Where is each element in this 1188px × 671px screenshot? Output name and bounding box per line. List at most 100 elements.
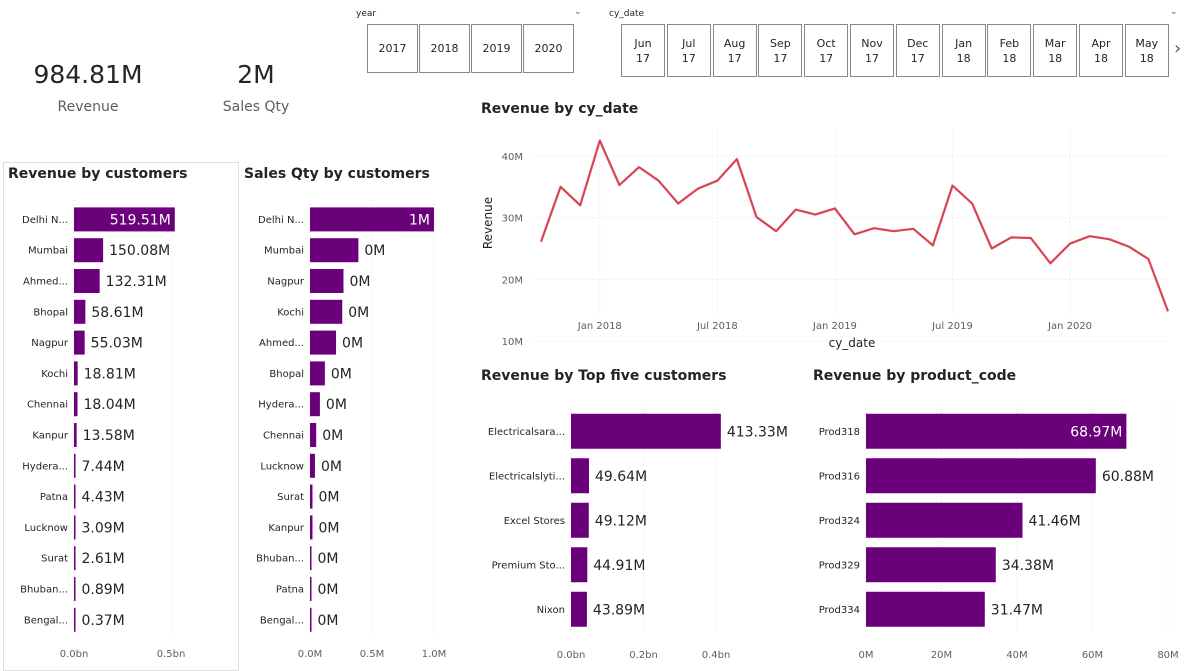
bar[interactable]	[571, 458, 589, 494]
data-label: 0M	[318, 582, 339, 598]
year-slicer-title: year	[356, 9, 377, 19]
data-label: 413.33M	[727, 424, 788, 440]
data-label: 0M	[318, 520, 339, 536]
bar[interactable]	[74, 484, 76, 509]
bar[interactable]	[74, 546, 76, 571]
date-tile-dec-17[interactable]: Dec 17	[895, 24, 940, 77]
bar[interactable]	[866, 458, 1096, 494]
qty-customers-chart: 0.0M 0.5M 1.0M Delhi N... 1M Mumbai 0M Nagpur 0M…	[256, 200, 446, 660]
bar[interactable]	[74, 423, 77, 447]
category-label: Lucknow	[24, 523, 68, 534]
bar[interactable]	[74, 392, 78, 417]
bar[interactable]	[310, 392, 320, 417]
x-tick-label: 0.2bn	[629, 650, 658, 661]
date-tile-sep-17[interactable]: Sep 17	[758, 24, 803, 77]
bar[interactable]	[571, 547, 588, 583]
data-label: 519.51M	[110, 212, 171, 228]
category-label: Hydera...	[22, 461, 68, 472]
data-label: 3.09M	[82, 520, 125, 536]
category-label: Excel Stores	[504, 516, 565, 527]
bar[interactable]	[310, 577, 312, 601]
data-label: 0M	[318, 613, 339, 629]
x-tick-label: 80M	[1157, 650, 1178, 661]
date-tile-oct-17[interactable]: Oct 17	[804, 24, 849, 77]
date-tile-feb-18[interactable]: Feb 18	[987, 24, 1032, 77]
date-tile-year: 17	[636, 52, 650, 65]
bar[interactable]	[74, 515, 76, 540]
date-tile-year: 18	[956, 52, 971, 65]
category-label: Bhopal	[269, 369, 304, 380]
category-label: Electricalsara...	[488, 427, 565, 438]
data-label: 41.46M	[1029, 513, 1081, 529]
x-tick-label: 40M	[1006, 650, 1027, 661]
bar[interactable]	[310, 453, 315, 478]
category-label: Prod318	[819, 427, 860, 438]
bar[interactable]	[310, 330, 337, 355]
data-label: 0M	[342, 336, 363, 352]
year-slicer-chevron-down-icon[interactable]: ⌄	[574, 7, 582, 17]
bar[interactable]	[866, 591, 985, 627]
data-label: 0M	[326, 397, 347, 413]
date-tile-month: Jan	[955, 37, 973, 50]
data-label: 18.81M	[84, 366, 136, 382]
x-tick-label: 0.5bn	[157, 649, 186, 660]
category-label: Surat	[277, 492, 304, 503]
bar[interactable]	[74, 607, 76, 632]
rev-product-chart: 0M 20M 40M 60M 80M Prod318 68.97M Prod316 60.88M…	[819, 405, 1179, 661]
bar[interactable]	[866, 547, 996, 583]
bar[interactable]	[866, 502, 1023, 538]
bar[interactable]	[310, 546, 312, 571]
x-tick-label: 0.0M	[298, 649, 323, 660]
bar[interactable]	[310, 299, 343, 324]
y-tick-label: 40M	[502, 152, 523, 163]
date-tile-month: Apr	[1091, 37, 1111, 50]
bar[interactable]	[310, 423, 317, 447]
bar[interactable]	[310, 361, 325, 386]
year-tile-2017[interactable]: 2017	[367, 24, 418, 73]
year-tile-2020[interactable]: 2020	[523, 24, 574, 73]
year-tile-2018[interactable]: 2018	[419, 24, 470, 73]
bar[interactable]	[571, 413, 721, 449]
category-label: Surat	[41, 554, 68, 565]
date-tile-aug-17[interactable]: Aug 17	[712, 24, 757, 77]
bar[interactable]	[74, 330, 85, 355]
date-tile-jan-18[interactable]: Jan 18	[941, 24, 986, 77]
category-label: Bhopal	[33, 307, 68, 318]
revenue-series-line[interactable]	[539, 139, 1170, 312]
date-tile-jun-17[interactable]: Jun 17	[621, 24, 665, 77]
data-label: 0.37M	[82, 613, 125, 629]
date-slicer-chevron-down-icon[interactable]: ⌄	[1170, 7, 1178, 17]
bar[interactable]	[74, 361, 78, 386]
data-label: 1M	[409, 212, 430, 228]
date-tile-may-18[interactable]: May 18	[1124, 24, 1169, 77]
data-label: 44.91M	[593, 558, 645, 574]
category-label: Bengal...	[260, 615, 304, 626]
data-label: 43.89M	[593, 602, 645, 618]
bar[interactable]	[74, 453, 76, 478]
bar[interactable]	[571, 502, 589, 538]
date-tile-apr-18[interactable]: Apr 18	[1079, 24, 1123, 77]
year-tile-2019[interactable]: 2019	[471, 24, 522, 73]
category-label: Nixon	[537, 605, 565, 616]
bar[interactable]	[74, 269, 100, 293]
x-tick-label: 20M	[931, 650, 952, 661]
bar[interactable]	[310, 484, 313, 509]
bar[interactable]	[74, 238, 104, 263]
bar[interactable]	[310, 269, 344, 293]
sales-qty-kpi-value: 2M	[237, 60, 275, 89]
bar[interactable]	[74, 577, 76, 601]
y-tick-label: 30M	[502, 214, 523, 225]
date-tile-mar-18[interactable]: Mar 18	[1033, 24, 1078, 77]
bar[interactable]	[74, 299, 86, 324]
date-tile-nov-17[interactable]: Nov 17	[850, 24, 894, 77]
data-label: 13.58M	[83, 428, 135, 444]
bar[interactable]	[571, 591, 587, 627]
bar[interactable]	[310, 238, 359, 263]
data-label: 150.08M	[109, 243, 170, 259]
revenue-kpi-value: 984.81M	[33, 60, 143, 89]
bar[interactable]	[310, 515, 313, 540]
data-label: 4.43M	[82, 490, 125, 506]
next-arrow-icon[interactable]: ›	[1174, 38, 1181, 59]
bar[interactable]	[310, 607, 312, 632]
date-tile-jul-17[interactable]: Jul 17	[666, 24, 711, 77]
